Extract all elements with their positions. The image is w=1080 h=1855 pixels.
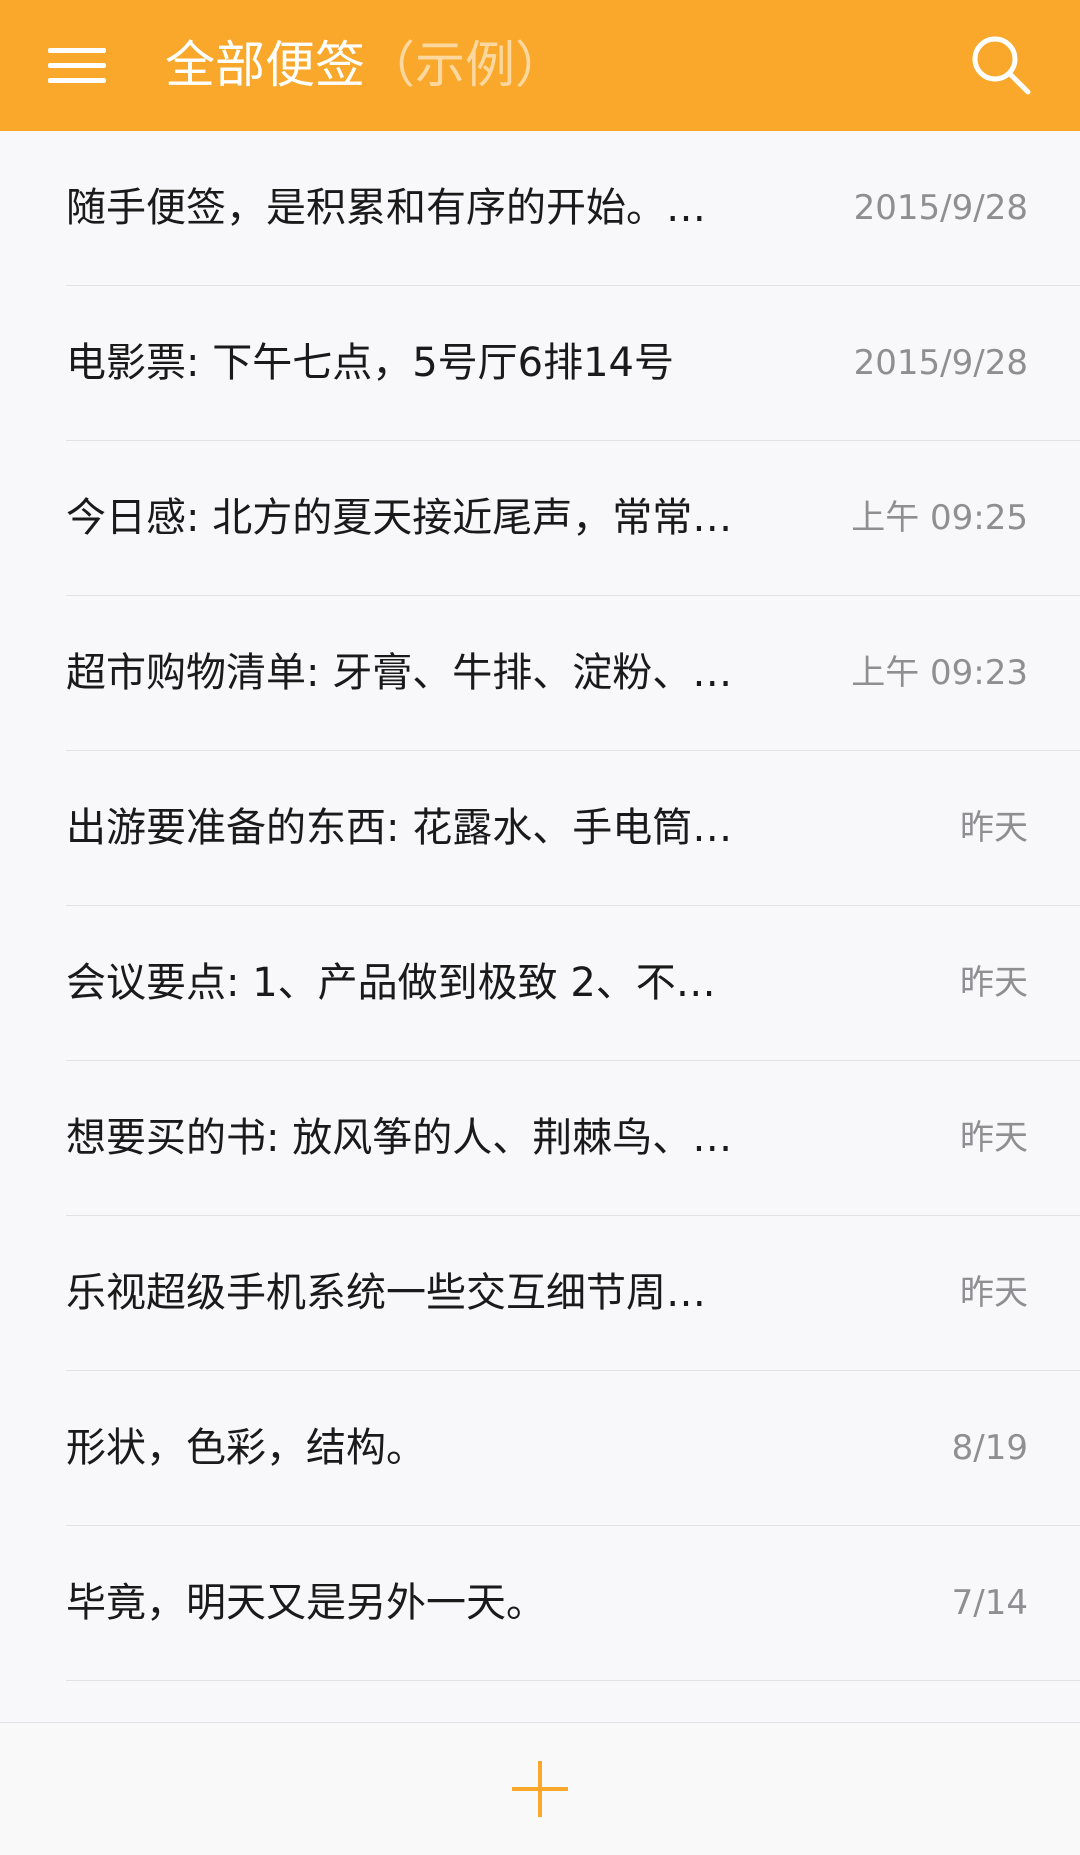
note-date: 8/19 <box>951 1428 1028 1468</box>
note-text: 电影票: 下午七点，5号厅6排14号 <box>66 340 674 386</box>
note-item[interactable]: 今日感: 北方的夏天接近尾声，常常… 上午 09:25 <box>66 441 1080 596</box>
page-title: 全部便签（示例） <box>165 30 565 100</box>
note-item[interactable]: 想要买的书: 放风筝的人、荆棘鸟、… 昨天 <box>66 1061 1080 1216</box>
note-item[interactable]: 乐视超级手机系统一些交互细节周… 昨天 <box>66 1216 1080 1371</box>
note-date: 上午 09:25 <box>851 498 1028 538</box>
note-date: 昨天 <box>960 963 1028 1003</box>
note-text: 今日感: 北方的夏天接近尾声，常常… <box>66 495 733 541</box>
note-text: 随手便签，是积累和有序的开始。… <box>66 185 706 231</box>
notes-list: 随手便签，是积累和有序的开始。… 2015/9/28 电影票: 下午七点，5号厅… <box>0 131 1080 1722</box>
note-text: 形状，色彩，结构。 <box>66 1425 426 1471</box>
plus-icon[interactable] <box>510 1759 570 1819</box>
note-date: 2015/9/28 <box>853 343 1028 383</box>
page-title-suffix: （示例） <box>365 36 565 94</box>
bottom-toolbar <box>0 1722 1080 1855</box>
note-date: 昨天 <box>960 808 1028 848</box>
note-item[interactable]: 出游要准备的东西: 花露水、手电筒… 昨天 <box>66 751 1080 906</box>
note-date: 昨天 <box>960 1273 1028 1313</box>
note-text: 乐视超级手机系统一些交互细节周… <box>66 1270 706 1316</box>
note-date: 昨天 <box>960 1118 1028 1158</box>
note-item[interactable]: 随手便签，是积累和有序的开始。… 2015/9/28 <box>66 131 1080 286</box>
note-item[interactable]: 毕竟，明天又是另外一天。 7/14 <box>66 1526 1080 1681</box>
note-item[interactable]: 形状，色彩，结构。 8/19 <box>66 1371 1080 1526</box>
search-icon[interactable] <box>968 32 1036 100</box>
note-item[interactable]: 电影票: 下午七点，5号厅6排14号 2015/9/28 <box>66 286 1080 441</box>
note-text: 毕竟，明天又是另外一天。 <box>66 1580 546 1626</box>
note-item[interactable]: 会议要点: 1、产品做到极致 2、不… 昨天 <box>66 906 1080 1061</box>
note-text: 超市购物清单: 牙膏、牛排、淀粉、… <box>66 650 733 696</box>
note-text: 会议要点: 1、产品做到极致 2、不… <box>66 960 716 1006</box>
app-header: 全部便签（示例） <box>0 0 1080 131</box>
page-title-main: 全部便签 <box>165 36 365 94</box>
hamburger-menu-icon[interactable] <box>48 48 106 84</box>
note-item[interactable]: 超市购物清单: 牙膏、牛排、淀粉、… 上午 09:23 <box>66 596 1080 751</box>
note-date: 2015/9/28 <box>853 188 1028 228</box>
note-text: 想要买的书: 放风筝的人、荆棘鸟、… <box>66 1115 733 1161</box>
note-date: 上午 09:23 <box>851 653 1028 693</box>
note-date: 7/14 <box>951 1583 1028 1623</box>
note-text: 出游要准备的东西: 花露水、手电筒… <box>66 805 733 851</box>
